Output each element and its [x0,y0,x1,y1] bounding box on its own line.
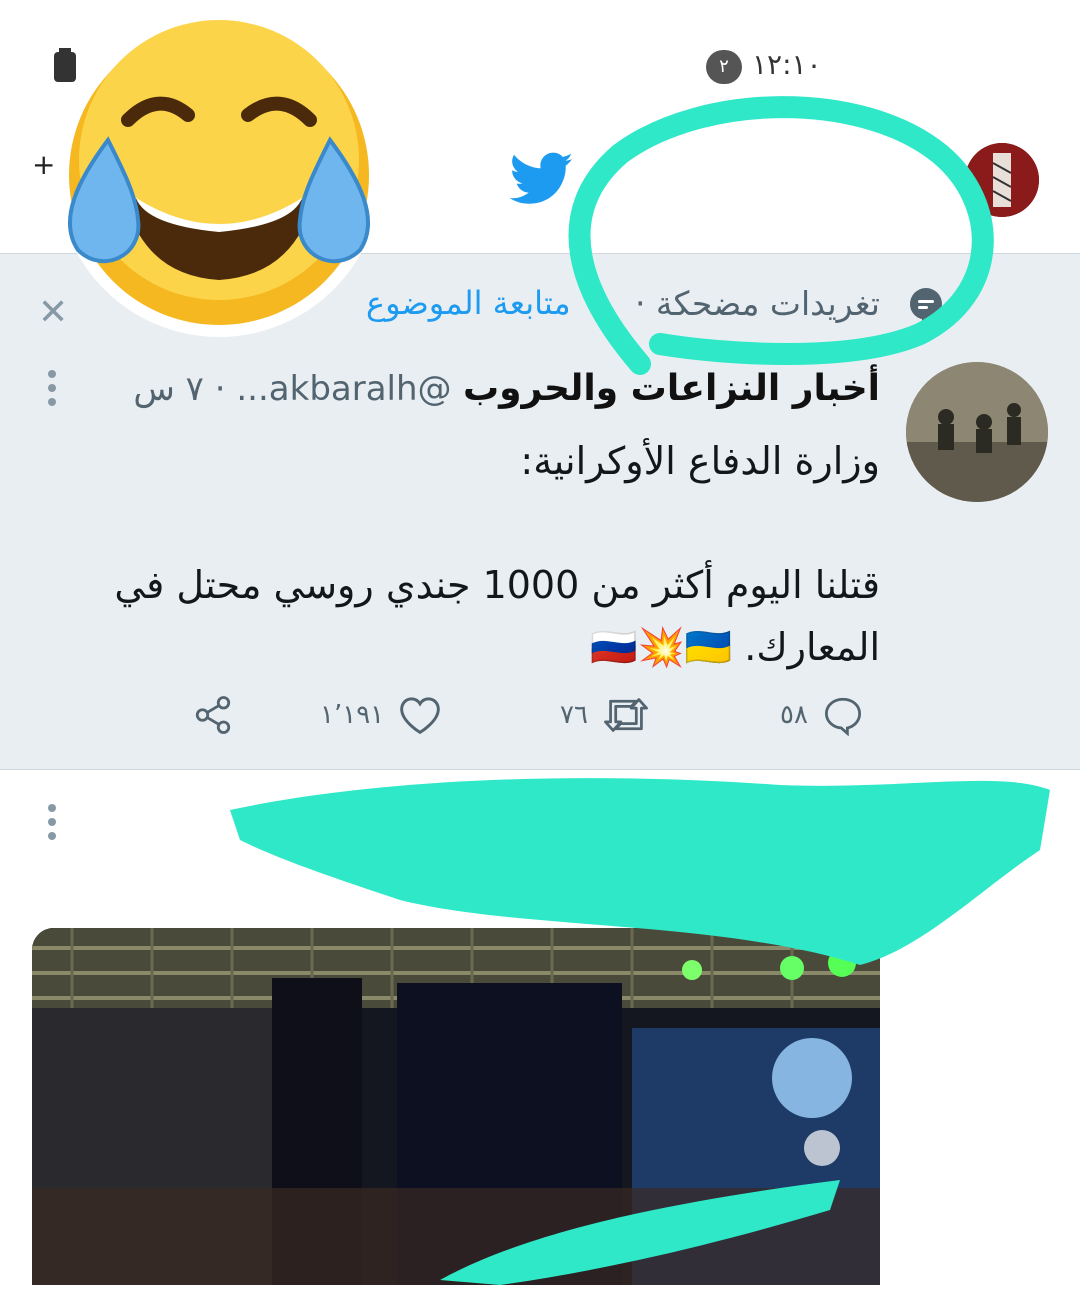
redaction-scribble [220,770,1060,970]
follow-topic-link[interactable]: متابعة الموضوع [366,284,571,322]
reply-count: ٥٨ [780,700,808,730]
author-handle[interactable]: @akbaralh... · ٧ س [133,369,451,409]
tweet-text: وزارة الدفاع الأوكرانية: قتلنا اليوم أكث… [114,439,880,669]
status-time: ١٢:١٠ [752,48,822,81]
notification-count-badge: ٢ [706,50,742,84]
like-count: ١٬١٩١ [320,700,385,730]
share-button[interactable] [178,693,234,737]
more-options-icon[interactable] [46,368,58,408]
like-button[interactable]: ١٬١٩١ [320,693,442,737]
redaction-scribble [430,1170,850,1285]
reply-icon [824,697,861,736]
highlight-circle-scribble [560,94,1000,384]
reply-button[interactable]: ٥٨ [780,693,864,737]
laughing-crying-emoji-icon [48,10,390,340]
retweet-icon [603,698,648,732]
retweet-button[interactable]: ٧٦ [560,693,650,737]
more-options-icon[interactable] [46,802,58,842]
retweet-count: ٧٦ [560,700,588,730]
heart-icon [400,697,440,735]
share-icon [195,696,231,734]
